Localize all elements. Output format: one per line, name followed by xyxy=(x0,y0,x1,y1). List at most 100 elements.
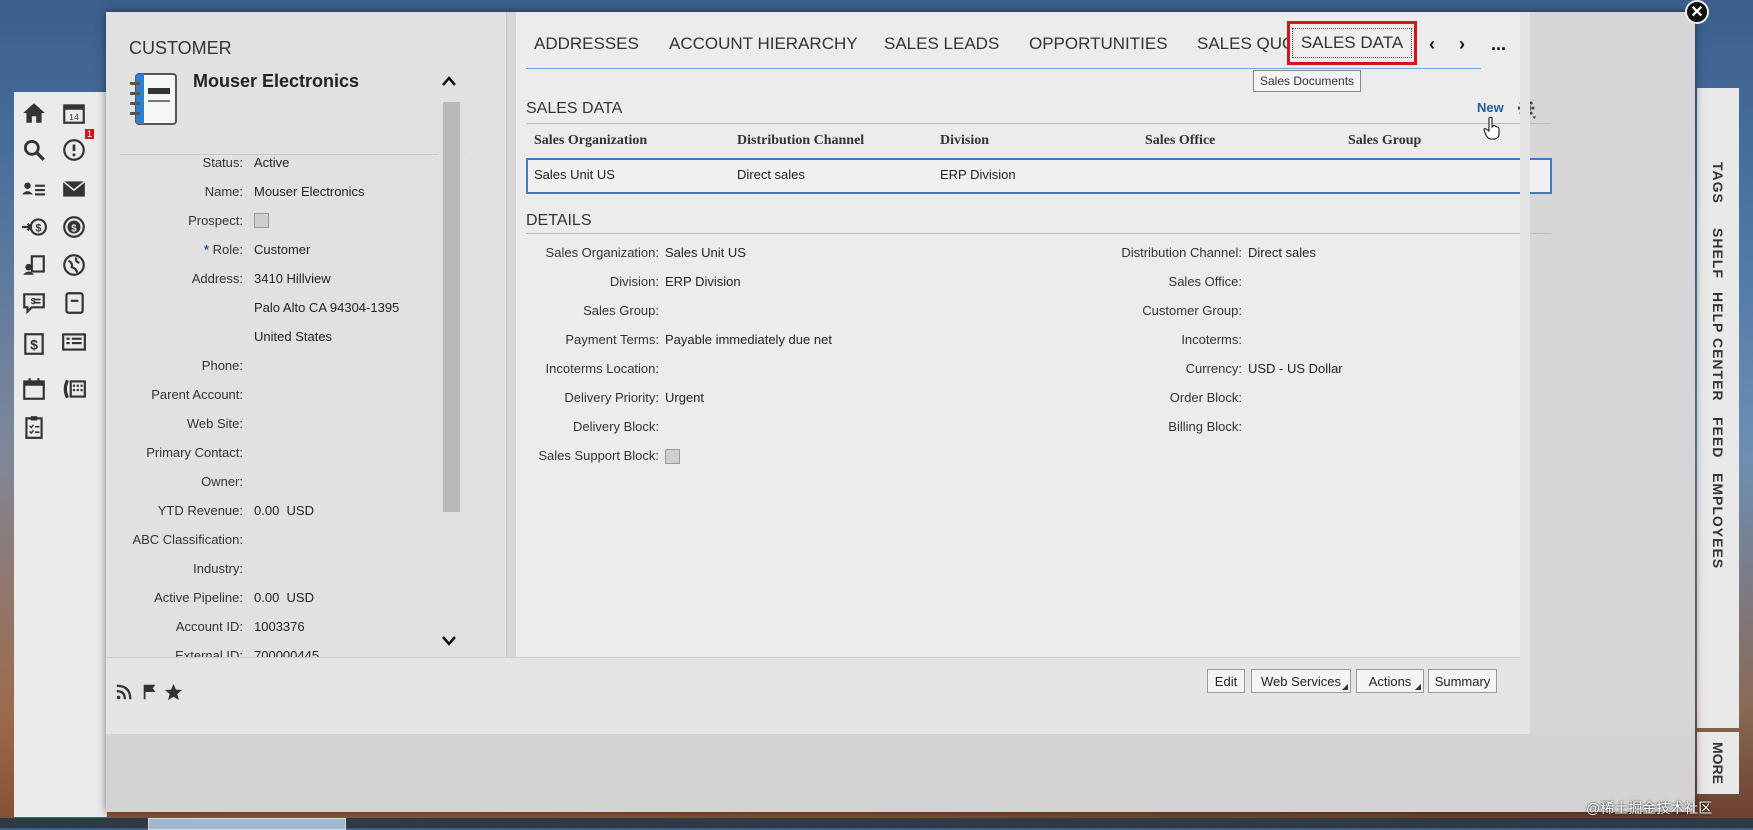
detail-label: Incoterms Location: xyxy=(545,361,659,376)
web-services-label: Web Services xyxy=(1261,673,1341,689)
chevron-left-icon[interactable]: ‹ xyxy=(1429,34,1435,55)
field-label: ABC Classification: xyxy=(132,532,243,547)
detail-label: Payment Terms: xyxy=(565,332,659,347)
edit-button[interactable]: Edit xyxy=(1207,669,1245,693)
tab-sales-leads[interactable]: SALES LEADS xyxy=(884,34,999,54)
detail-label: Sales Group: xyxy=(583,303,659,318)
search-icon[interactable] xyxy=(19,135,49,165)
svg-text:14: 14 xyxy=(69,112,79,122)
field-label-wrap: * Role: xyxy=(204,242,243,257)
field-name: Name: Mouser Electronics xyxy=(106,184,476,204)
required-star: * xyxy=(203,242,213,257)
mail-icon[interactable] xyxy=(59,174,89,204)
field-value: 0.00 USD xyxy=(254,503,314,518)
column-header[interactable]: Sales Group xyxy=(1348,133,1421,149)
column-header[interactable]: Division xyxy=(940,133,989,149)
detail-value: Payable immediately due net xyxy=(665,332,832,347)
alert-icon[interactable]: 1 xyxy=(59,129,95,165)
detail-label: Sales Organization: xyxy=(545,245,659,260)
rail-tab-help-center[interactable]: HELP CENTER xyxy=(1697,288,1739,406)
table-cell: Sales Unit US xyxy=(534,167,615,182)
left-panel-scroll-thumb[interactable] xyxy=(443,102,460,512)
close-icon[interactable]: ✕ xyxy=(1685,0,1709,24)
tab-account-hierarchy[interactable]: ACCOUNT HIERARCHY xyxy=(669,34,858,54)
new-button[interactable]: New xyxy=(1477,100,1504,115)
detail-delivery-block: Delivery Block: xyxy=(516,419,1016,439)
customer-window: CUSTOMER Mouser Electronics Status: Acti… xyxy=(106,12,1695,812)
field-value: Palo Alto CA 94304-1395 xyxy=(254,300,400,315)
flag-icon[interactable] xyxy=(141,683,161,703)
quote-chat-icon[interactable]: $ xyxy=(19,288,49,318)
detail-label: Order Block: xyxy=(1169,390,1242,405)
rail-tab-more[interactable]: MORE xyxy=(1697,732,1739,794)
taskbar-item[interactable] xyxy=(148,818,346,830)
calendar-day-icon[interactable]: 14 xyxy=(59,98,89,128)
detail-currency: Currency: USD - US Dollar xyxy=(1016,361,1516,381)
field-label: Address: xyxy=(191,271,243,286)
detail-billing-block: Billing Block: xyxy=(1016,419,1516,439)
svg-text:$: $ xyxy=(35,222,41,234)
column-header[interactable]: Sales Office xyxy=(1145,133,1215,149)
detail-sales-support-block: Sales Support Block: xyxy=(516,448,1016,468)
detail-incoterms: Incoterms: xyxy=(1016,332,1516,352)
contacts-list-icon[interactable] xyxy=(19,174,49,204)
field-label: Status: xyxy=(202,155,243,170)
summary-button[interactable]: Summary xyxy=(1428,669,1497,693)
field-address: Address: 3410 Hillview xyxy=(106,271,476,291)
calendar-icon[interactable] xyxy=(19,374,49,404)
detail-sales-group: Sales Group: xyxy=(516,303,1016,323)
star-icon[interactable] xyxy=(164,683,184,703)
sales-support-block-checkbox[interactable] xyxy=(665,449,680,467)
rss-feed-icon[interactable] xyxy=(115,683,135,703)
phone-keypad-icon[interactable] xyxy=(59,374,89,404)
column-header[interactable]: Distribution Channel xyxy=(737,133,864,149)
actions-button[interactable]: Actions ◢ xyxy=(1356,669,1424,693)
footer-toolbar: Edit Web Services ◢ Actions ◢ Summary xyxy=(106,657,1520,735)
more-tabs-icon[interactable]: ... xyxy=(1491,34,1506,55)
field-label: Name: xyxy=(204,184,243,199)
invoice-icon[interactable]: $ xyxy=(19,329,49,359)
table-cell: Direct sales xyxy=(737,167,805,182)
detail-payment-terms: Payment Terms: Payable immediately due n… xyxy=(516,332,1016,352)
home-icon[interactable] xyxy=(19,98,49,128)
field-prospect: Prospect: xyxy=(106,213,476,233)
rail-tab-tags[interactable]: TAGS xyxy=(1697,148,1739,218)
chevron-right-icon[interactable]: › xyxy=(1459,34,1465,55)
detail-label: Distribution Channel: xyxy=(1121,245,1242,260)
leads-icon[interactable] xyxy=(19,250,49,280)
checklist-icon[interactable] xyxy=(19,412,49,442)
table-row[interactable]: Sales Unit US Direct sales ERP Division xyxy=(526,158,1552,194)
field-ytd-revenue: YTD Revenue: 0.00 USD xyxy=(106,503,476,523)
hand-cursor-icon xyxy=(1483,116,1501,140)
column-header[interactable]: Sales Organization xyxy=(534,133,647,149)
field-value: Mouser Electronics xyxy=(254,184,365,199)
dollar-circle-icon[interactable]: $ xyxy=(59,212,89,242)
tab-sales-data[interactable]: SALES DATA xyxy=(1287,21,1417,65)
detail-value: ERP Division xyxy=(665,274,741,289)
divider xyxy=(526,233,1551,234)
field-abc-classification: ABC Classification: xyxy=(106,532,476,552)
field-label: Phone: xyxy=(201,358,243,373)
rail-tab-employees[interactable]: EMPLOYEES xyxy=(1697,470,1739,572)
tab-opportunities[interactable]: OPPORTUNITIES xyxy=(1029,34,1168,54)
rail-tab-feed[interactable]: FEED xyxy=(1697,410,1739,466)
detail-distribution-channel: Distribution Channel: Direct sales xyxy=(1016,245,1516,265)
revenue-in-icon[interactable]: $ xyxy=(19,212,49,242)
chevron-down-icon[interactable] xyxy=(441,634,457,652)
field-value: 1003376 xyxy=(254,619,305,634)
chevron-up-icon[interactable] xyxy=(441,74,457,92)
list-card-icon[interactable] xyxy=(59,327,89,357)
web-services-button[interactable]: Web Services ◢ xyxy=(1251,669,1351,693)
field-value: United States xyxy=(254,329,333,344)
globe-icon[interactable] xyxy=(59,250,89,280)
detail-value: Direct sales xyxy=(1248,245,1316,260)
content-scrollbar[interactable] xyxy=(1520,12,1530,734)
field-label: Primary Contact: xyxy=(146,445,243,460)
field-status: Status: Active xyxy=(106,155,476,175)
prospect-checkbox[interactable] xyxy=(254,213,269,231)
notebook-icon[interactable] xyxy=(59,288,89,318)
field-value: 3410 Hillview xyxy=(254,271,331,286)
object-type-heading: CUSTOMER xyxy=(129,38,232,58)
rail-tab-shelf[interactable]: SHELF xyxy=(1697,222,1739,284)
tab-addresses[interactable]: ADDRESSES xyxy=(534,34,639,54)
